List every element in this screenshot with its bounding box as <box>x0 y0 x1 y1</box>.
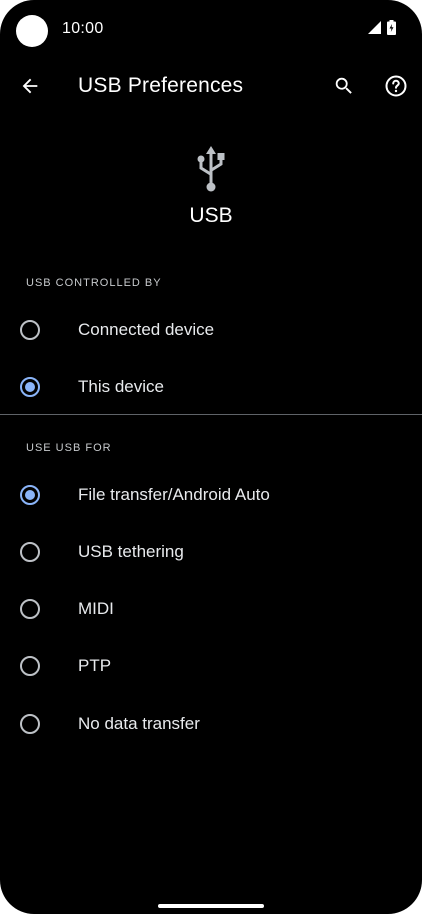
gesture-nav-handle[interactable] <box>158 904 264 908</box>
option-label: PTP <box>78 656 112 675</box>
radio-option-no-data-transfer[interactable]: No data transfer <box>0 696 422 753</box>
radio-button-unchecked[interactable] <box>20 320 40 340</box>
camera-cutout <box>16 15 48 47</box>
radio-button-unchecked[interactable] <box>20 656 40 676</box>
signal-icon <box>368 21 381 39</box>
option-label: MIDI <box>78 599 114 618</box>
radio-button-unchecked[interactable] <box>20 542 40 562</box>
search-icon <box>333 75 355 102</box>
status-time: 10:00 <box>62 20 104 37</box>
search-button[interactable] <box>328 72 360 104</box>
page-title: USB Preferences <box>78 74 244 97</box>
radio-option-usb-tethering[interactable]: USB tethering <box>0 524 422 581</box>
option-label: Connected device <box>78 320 215 339</box>
back-button[interactable] <box>14 72 46 104</box>
help-icon <box>384 74 408 103</box>
usb-header: USB <box>0 140 422 240</box>
usb-title: USB <box>189 204 233 227</box>
section-header-controlled-by: USB CONTROLLED BY <box>26 277 162 289</box>
option-label: No data transfer <box>78 714 200 733</box>
app-bar: USB Preferences <box>0 60 422 116</box>
option-label: USB tethering <box>78 542 184 561</box>
screen: 10:00 USB Preferences USB USB CONTROLLED… <box>0 0 422 914</box>
radio-button-unchecked[interactable] <box>20 714 40 734</box>
radio-button-checked[interactable] <box>20 485 40 505</box>
radio-button-unchecked[interactable] <box>20 599 40 619</box>
battery-icon <box>387 20 396 40</box>
radio-button-checked[interactable] <box>20 377 40 397</box>
section-header-use-usb-for: USE USB FOR <box>26 442 112 454</box>
section-divider <box>0 414 422 415</box>
radio-option-connected-device[interactable]: Connected device <box>0 302 422 359</box>
option-label: This device <box>78 377 164 396</box>
help-button[interactable] <box>380 72 412 104</box>
status-bar: 10:00 <box>0 0 422 60</box>
radio-option-file-transfer[interactable]: File transfer/Android Auto <box>0 467 422 524</box>
back-arrow-icon <box>19 75 41 102</box>
status-icons <box>368 20 396 40</box>
option-label: File transfer/Android Auto <box>78 485 270 504</box>
usb-icon <box>193 144 229 196</box>
radio-option-this-device[interactable]: This device <box>0 359 422 416</box>
radio-option-midi[interactable]: MIDI <box>0 581 422 638</box>
radio-option-ptp[interactable]: PTP <box>0 638 422 695</box>
